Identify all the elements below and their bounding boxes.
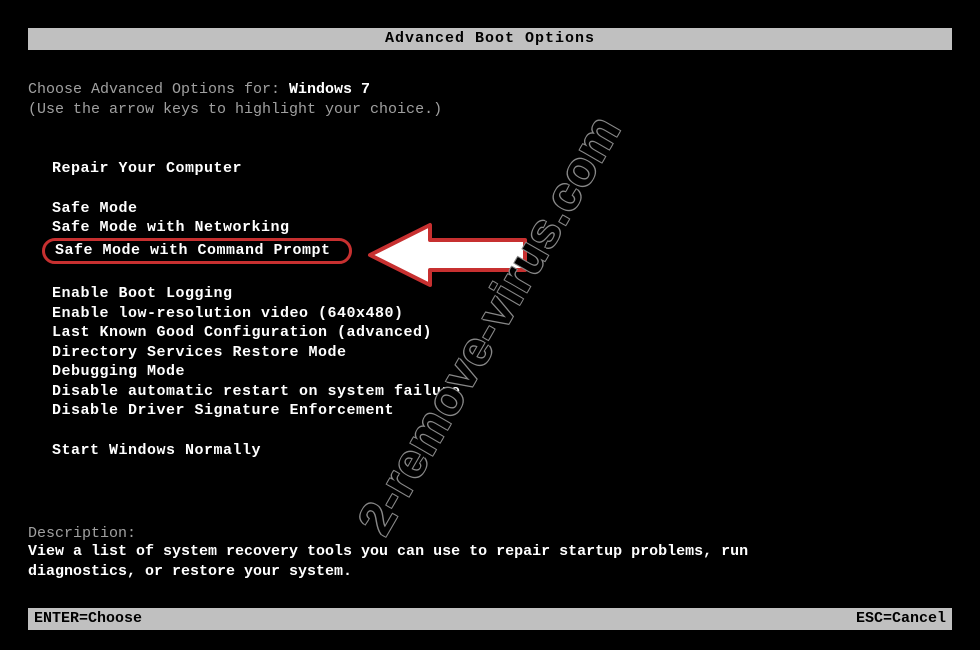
menu-item-start-normally[interactable]: Start Windows Normally bbox=[52, 441, 952, 461]
intro-prefix: Choose Advanced Options for: bbox=[28, 81, 289, 98]
boot-screen: Advanced Boot Options Choose Advanced Op… bbox=[0, 0, 980, 650]
menu-item-low-res[interactable]: Enable low-resolution video (640x480) bbox=[52, 304, 952, 324]
description-label: Description: bbox=[28, 525, 160, 542]
page-title: Advanced Boot Options bbox=[385, 30, 595, 47]
menu-item-safe-mode-networking[interactable]: Safe Mode with Networking bbox=[52, 218, 952, 238]
os-name: Windows 7 bbox=[289, 81, 370, 98]
boot-menu: Repair Your Computer Safe Mode Safe Mode… bbox=[28, 159, 952, 460]
footer-esc-hint: ESC=Cancel bbox=[856, 608, 946, 630]
menu-item-safe-mode-cmd[interactable]: Safe Mode with Command Prompt bbox=[52, 238, 952, 265]
menu-item-disable-restart[interactable]: Disable automatic restart on system fail… bbox=[52, 382, 952, 402]
content-area: Choose Advanced Options for: Windows 7 (… bbox=[28, 80, 952, 460]
description-block: Description: View a list of system recov… bbox=[28, 525, 952, 581]
menu-item-last-known-good[interactable]: Last Known Good Configuration (advanced) bbox=[52, 323, 952, 343]
highlighted-option: Safe Mode with Command Prompt bbox=[42, 238, 352, 265]
menu-item-repair[interactable]: Repair Your Computer bbox=[52, 159, 952, 179]
intro-line-1: Choose Advanced Options for: Windows 7 bbox=[28, 80, 952, 100]
menu-item-debugging[interactable]: Debugging Mode bbox=[52, 362, 952, 382]
menu-item-ds-restore[interactable]: Directory Services Restore Mode bbox=[52, 343, 952, 363]
footer-enter-hint: ENTER=Choose bbox=[34, 608, 142, 630]
menu-item-disable-driver-sig[interactable]: Disable Driver Signature Enforcement bbox=[52, 401, 952, 421]
description-text: View a list of system recovery tools you… bbox=[28, 542, 812, 581]
menu-item-boot-logging[interactable]: Enable Boot Logging bbox=[52, 284, 952, 304]
footer-bar: ENTER=Choose ESC=Cancel bbox=[28, 608, 952, 630]
intro-hint: (Use the arrow keys to highlight your ch… bbox=[28, 100, 952, 120]
menu-item-safe-mode[interactable]: Safe Mode bbox=[52, 199, 952, 219]
title-bar: Advanced Boot Options bbox=[28, 28, 952, 50]
